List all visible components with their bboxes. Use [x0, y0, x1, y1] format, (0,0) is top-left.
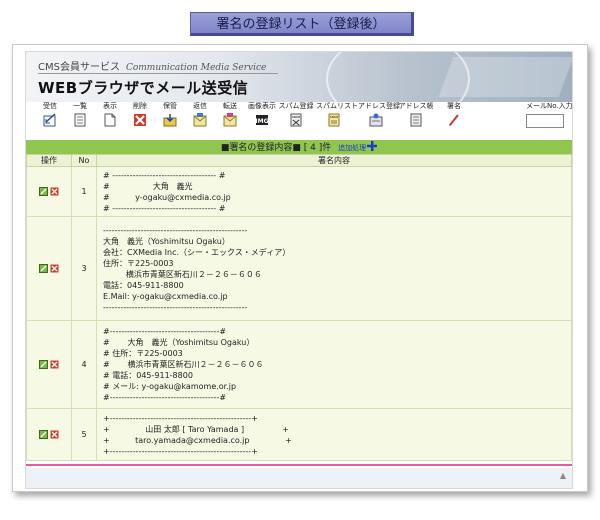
signature-icon: [449, 114, 459, 126]
service-name: CMS会員サービス Communication Media Service: [38, 58, 266, 73]
row-number: 4: [71, 320, 97, 409]
row-number: 3: [71, 216, 97, 321]
toolbar-image-display-button[interactable]: 画像表示 IMG: [244, 102, 280, 127]
signature-text: ----------------------------------------…: [103, 225, 291, 312]
footer-bar: ▲: [26, 468, 572, 488]
app-window: CMS会員サービス Communication Media Service WEB…: [12, 44, 588, 492]
edit-icon[interactable]: [39, 187, 48, 196]
row-ops: [26, 408, 72, 461]
signature-list-header: ■署名の登録内容■ [ 4 ]件 追加処理: [26, 140, 572, 154]
service-name-en: Communication Media Service: [125, 63, 267, 73]
app-main-title: WEBブラウザでメール送受信: [38, 79, 249, 97]
signature-table: 操作 No 署名内容 1 # -------------------------…: [26, 154, 572, 461]
column-header-content: 署名内容: [96, 154, 572, 167]
row-content: ----------------------------------------…: [96, 216, 572, 321]
reply-icon: [193, 113, 207, 127]
image-display-icon: IMG: [255, 115, 269, 125]
add-signature-link[interactable]: 追加処理: [338, 141, 378, 152]
row-ops: [26, 320, 72, 409]
header-banner: CMS会員サービス Communication Media Service WEB…: [26, 52, 572, 102]
service-name-jp: CMS会員サービス: [38, 62, 120, 73]
app-frame: CMS会員サービス Communication Media Service WEB…: [25, 51, 573, 489]
toolbar-mail-number: メールNo.入力: [526, 102, 573, 110]
header-divider: [38, 73, 278, 74]
toolbar-address-book-button[interactable]: アドレス帳: [398, 102, 434, 127]
delete-icon[interactable]: [50, 430, 59, 439]
save-icon: [163, 114, 177, 127]
row-content: #--------------------------------------#…: [96, 320, 572, 409]
column-header-ops: 操作: [26, 154, 72, 167]
delete-icon[interactable]: [50, 264, 59, 273]
svg-text:SPAM: SPAM: [292, 115, 301, 119]
receive-icon: [43, 113, 56, 127]
delete-icon[interactable]: [50, 187, 59, 196]
table-row: 5 +-------------------------------------…: [26, 408, 572, 461]
row-content: +---------------------------------------…: [96, 408, 572, 461]
row-content: # ------------------------------------ #…: [96, 166, 572, 217]
row-number: 5: [71, 408, 97, 461]
address-register-icon: [369, 113, 383, 127]
add-plus-icon: [367, 141, 378, 151]
forward-icon: [223, 113, 237, 127]
toolbar: 受信 一覧 表示 削除 保管 返信 転送 画像表示 IMG スパム登録 SPAM…: [26, 102, 573, 138]
row-ops: [26, 166, 72, 217]
list-header-suffix: ]件: [315, 143, 332, 153]
table-row: 4 #-------------------------------------…: [26, 320, 572, 409]
table-row: 1 # ------------------------------------…: [26, 166, 572, 217]
toolbar-forward-button[interactable]: 転送: [212, 102, 248, 127]
toolbar-signature-button[interactable]: 署名: [436, 102, 472, 127]
banner-decoration: [438, 57, 572, 97]
toolbar-spam-list-button[interactable]: スパムリスト SPAM: [316, 102, 358, 127]
svg-text:IMG: IMG: [255, 118, 268, 125]
svg-text:SPAM: SPAM: [330, 115, 339, 119]
page-title: 署名の登録リスト（登録後）: [190, 12, 414, 36]
edit-icon[interactable]: [39, 430, 48, 439]
spam-list-icon: SPAM: [328, 113, 340, 127]
row-number: 1: [71, 166, 97, 217]
footer-divider: [26, 464, 572, 466]
address-book-icon: [410, 113, 422, 127]
signature-text: #--------------------------------------#…: [103, 327, 264, 402]
display-icon: [104, 113, 116, 127]
list-header-prefix: ■署名の登録内容■ [: [220, 143, 311, 153]
table-row: 3 --------------------------------------…: [26, 216, 572, 321]
mail-number-input[interactable]: [526, 114, 564, 128]
list-icon: [74, 113, 86, 127]
spam-register-icon: SPAM: [290, 113, 302, 127]
signature-text: # ------------------------------------ #…: [103, 170, 231, 213]
toolbar-spam-register-button[interactable]: スパム登録 SPAM: [278, 102, 314, 127]
delete-icon[interactable]: [50, 360, 59, 369]
toolbar-address-register-button[interactable]: アドレス登録: [358, 102, 400, 127]
delete-icon: [134, 114, 146, 126]
row-ops: [26, 216, 72, 321]
scroll-top-icon[interactable]: ▲: [560, 471, 566, 480]
column-header-no: No: [71, 154, 97, 167]
signature-text: +---------------------------------------…: [103, 413, 292, 456]
edit-icon[interactable]: [39, 360, 48, 369]
edit-icon[interactable]: [39, 264, 48, 273]
